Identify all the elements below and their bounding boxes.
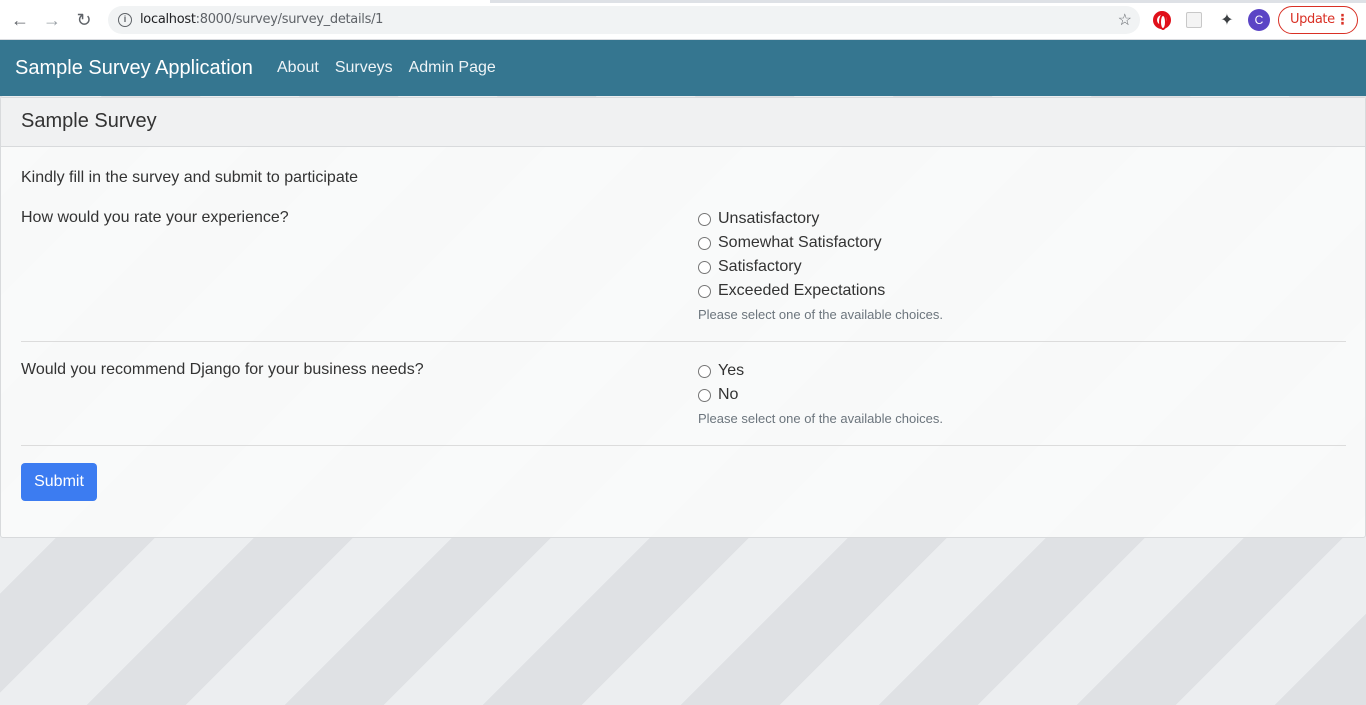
radio-button[interactable] xyxy=(698,284,711,298)
choice-satisfactory[interactable]: Satisfactory xyxy=(698,255,943,279)
choice-label: Exceeded Expectations xyxy=(718,282,886,299)
url-text[interactable]: localhost:8000/survey/survey_details/1 xyxy=(140,12,383,27)
choice-no[interactable]: No xyxy=(698,383,943,407)
choice-label: Satisfactory xyxy=(718,258,802,275)
url-path: :8000/survey/survey_details/1 xyxy=(195,12,384,27)
choice-exceeded-expectations[interactable]: Exceeded Expectations xyxy=(698,279,943,303)
extension-icon[interactable] xyxy=(1186,12,1202,28)
question-2-help-text: Please select one of the available choic… xyxy=(698,411,943,426)
radio-button[interactable] xyxy=(698,364,711,378)
radio-button[interactable] xyxy=(698,236,711,250)
nav-link-surveys[interactable]: Surveys xyxy=(335,59,393,77)
back-arrow-icon[interactable]: ← xyxy=(8,8,32,32)
info-icon[interactable]: i xyxy=(118,13,132,27)
survey-card: Sample Survey Kindly fill in the survey … xyxy=(0,97,1366,538)
choice-label: Unsatisfactory xyxy=(718,210,820,227)
question-1-choices: Unsatisfactory Somewhat Satisfactory Sat… xyxy=(698,207,943,322)
app-navbar: Sample Survey Application About Surveys … xyxy=(0,40,1366,96)
choice-label: Yes xyxy=(718,362,745,379)
choice-label: No xyxy=(718,386,739,403)
divider xyxy=(21,445,1346,446)
extensions-puzzle-icon[interactable]: ✦ xyxy=(1218,10,1236,30)
survey-intro: Kindly fill in the survey and submit to … xyxy=(21,169,359,186)
submit-button[interactable]: Submit xyxy=(21,463,97,501)
question-2-text: Would you recommend Django for your busi… xyxy=(21,361,424,378)
more-menu-icon: ⋮ xyxy=(1335,12,1349,28)
survey-title: Sample Survey xyxy=(1,98,1365,147)
question-1-help-text: Please select one of the available choic… xyxy=(698,307,943,322)
divider xyxy=(21,341,1346,342)
choice-unsatisfactory[interactable]: Unsatisfactory xyxy=(698,207,943,231)
navbar-brand[interactable]: Sample Survey Application xyxy=(15,57,253,80)
update-label: Update xyxy=(1290,12,1335,27)
opera-extension-icon[interactable] xyxy=(1153,11,1171,30)
bookmark-star-icon[interactable]: ☆ xyxy=(1118,10,1132,30)
profile-avatar[interactable]: C xyxy=(1248,9,1270,31)
choice-label: Somewhat Satisfactory xyxy=(718,234,882,251)
radio-button[interactable] xyxy=(698,260,711,274)
radio-button[interactable] xyxy=(698,212,711,226)
tab-strip xyxy=(0,0,1366,3)
reload-icon[interactable]: ↻ xyxy=(72,8,96,32)
choice-yes[interactable]: Yes xyxy=(698,359,943,383)
forward-arrow-icon[interactable]: → xyxy=(40,8,64,32)
choice-somewhat-satisfactory[interactable]: Somewhat Satisfactory xyxy=(698,231,943,255)
url-host: localhost xyxy=(140,12,196,27)
question-2-choices: Yes No Please select one of the availabl… xyxy=(698,359,943,426)
address-bar[interactable]: i localhost:8000/survey/survey_details/1… xyxy=(108,6,1140,34)
active-tab[interactable] xyxy=(0,0,490,3)
question-1-text: How would you rate your experience? xyxy=(21,209,289,226)
nav-link-about[interactable]: About xyxy=(277,59,319,77)
nav-links: About Surveys Admin Page xyxy=(277,59,496,77)
nav-link-admin-page[interactable]: Admin Page xyxy=(409,59,496,77)
browser-update-button[interactable]: Update ⋮ xyxy=(1278,6,1358,34)
browser-toolbar: ← → ↻ i localhost:8000/survey/survey_det… xyxy=(0,0,1366,40)
radio-button[interactable] xyxy=(698,388,711,402)
